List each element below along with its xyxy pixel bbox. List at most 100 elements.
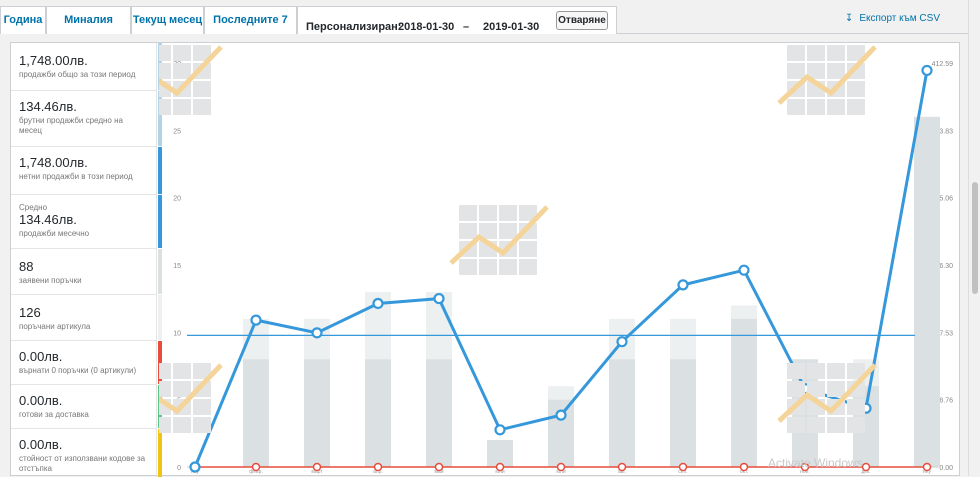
placeholder-cell [173,99,191,115]
tab-custom[interactable]: Персонализиран: 2018-01-30 – 2019-01-30 … [297,6,617,34]
placeholder-cell [499,205,517,221]
placeholder-cell [193,417,211,433]
placeholder-cell [847,417,865,433]
legend-amount: 134.46лв. [19,99,77,114]
series-point [677,279,689,291]
placeholder-cell [193,81,211,97]
series-point [372,297,384,310]
legend-item-net-sales[interactable]: 1,748.00лв. нетни продажби в този период [11,147,162,195]
legend-prefix: Средно [19,203,48,212]
legend-item-gross-sales[interactable]: 1,748.00лв. продажби общо за този период [11,43,162,91]
placeholder-cell [159,381,171,397]
placeholder-cell [787,63,805,79]
legend-item-shipping[interactable]: 0.00лв. готови за доставка [11,385,162,429]
placeholder-cell [479,205,497,221]
legend-amount: 1,748.00лв. [19,53,88,68]
series-point [861,462,871,472]
placeholder-cell [847,399,865,415]
bar-orders [609,359,635,467]
placeholder-cell [459,223,477,239]
chart-placeholder-icon [777,45,877,115]
placeholder-cell [499,259,517,275]
series-point [251,462,261,472]
series-point [678,462,688,472]
legend-label: заявени поръчки [19,276,82,285]
activation-watermark: Activate Windows [768,456,863,470]
placeholder-cell [193,99,211,115]
scrollbar-thumb[interactable] [972,182,978,294]
legend-label: поръчани артикула [19,322,91,331]
bar-orders [243,359,269,467]
series-point [739,462,749,472]
chart-placeholder-icon [449,205,549,275]
y-axis-tick-right: 0.00 [939,465,953,472]
tab-last-7-days[interactable]: Последните 7 дни [204,6,297,53]
tab-this-month[interactable]: Текущ месец [131,6,204,34]
y-axis-tick-left: 15 [173,263,181,270]
bar-orders [304,359,330,467]
legend-label: върнати 0 поръчки (0 артикули) [19,366,137,375]
series-point [189,461,201,473]
legend-item-gross-average[interactable]: 134.46лв. брутни продажби средно на месе… [11,91,162,147]
y-axis-tick-left: 10 [173,330,181,337]
placeholder-cell [787,381,805,397]
series-point [556,462,566,472]
legend-label: стойност от използвани кодове за отстъпк… [19,454,146,473]
placeholder-cell [807,363,825,379]
legend-amount: 0.00лв. [19,393,63,408]
legend-item-net-average[interactable]: Средно 134.46лв. продажби месечно [11,195,162,249]
legend-amount: 1,748.00лв. [19,155,88,170]
date-to-field[interactable]: 2019-01-30 [483,14,539,41]
report-panel: 1,748.00лв. продажби общо за този период… [10,42,960,477]
legend-item-orders[interactable]: 88 заявени поръчки [11,249,162,295]
export-label: Експорт към CSV [859,13,940,24]
legend-amount: 126 [19,305,41,320]
placeholder-cell [807,45,825,61]
placeholder-cell [173,63,191,79]
tab-last-month[interactable]: Миналия месец [46,6,131,53]
series-point [922,462,932,472]
legend-amount: 0.00лв. [19,437,63,452]
legend-amount: 88 [19,259,34,274]
placeholder-cell [827,381,845,397]
legend-item-items[interactable]: 126 поръчани артикула [11,295,162,341]
placeholder-cell [827,45,845,61]
series-point [494,424,506,436]
y-axis-tick-left: 20 [173,196,181,203]
placeholder-cell [827,63,845,79]
placeholder-cell [459,259,477,275]
placeholder-cell [787,363,805,379]
placeholder-cell [827,417,845,433]
legend-label: нетни продажби в този период [19,172,133,181]
series-point [738,264,750,276]
placeholder-cell [827,363,845,379]
chart-placeholder-icon [159,45,223,115]
export-csv-link[interactable]: ↧ Експорт към CSV [845,13,940,24]
bar-orders [914,116,940,467]
bar-orders [670,359,696,467]
placeholder-cell [787,417,805,433]
series-point [555,409,567,421]
y-axis-tick-left: 25 [173,128,181,135]
placeholder-cell [193,399,211,415]
placeholder-cell [173,45,191,61]
placeholder-cell [159,99,171,115]
placeholder-cell [519,241,537,257]
legend-item-refunds[interactable]: 0.00лв. върнати 0 поръчки (0 артикули) [11,341,162,385]
y-axis-tick-right: 412.59 [932,61,954,68]
legend-label: брутни продажби средно на месец [19,116,123,135]
placeholder-cell [787,99,805,115]
tab-year[interactable]: Година [0,6,46,34]
go-button[interactable]: Отваряне [556,11,608,30]
bar-orders [731,318,757,467]
bar-orders [365,359,391,467]
series-point [616,336,628,348]
chart-legend: 1,748.00лв. продажби общо за този период… [11,43,162,477]
legend-label: продажби месечно [19,229,90,238]
legend-item-coupons[interactable]: 0.00лв. стойност от използвани кодове за… [11,429,162,477]
date-from-field[interactable]: 2018-01-30 [398,14,454,41]
bar-orders [426,359,452,467]
placeholder-cell [173,417,191,433]
placeholder-cell [827,99,845,115]
placeholder-cell [159,363,171,379]
